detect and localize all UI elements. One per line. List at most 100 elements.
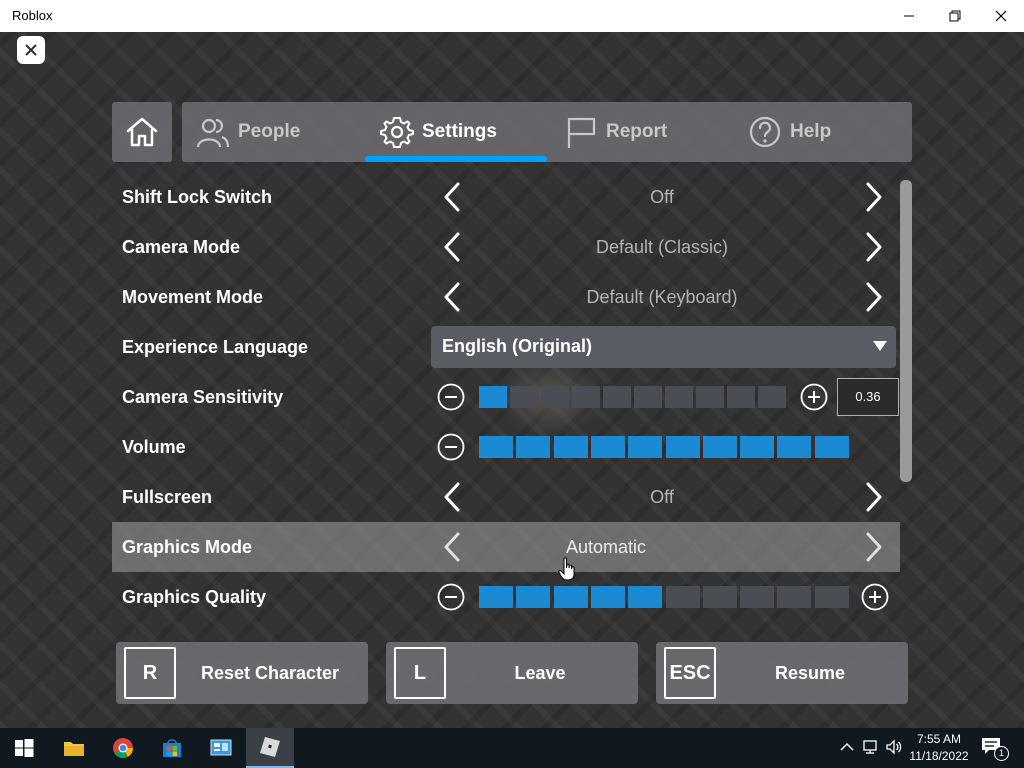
slider-segment[interactable] — [628, 436, 663, 458]
slider-segment[interactable] — [516, 586, 551, 608]
slider-segment[interactable] — [590, 436, 625, 458]
setting-label: Movement Mode — [122, 287, 264, 307]
menu-close-button[interactable] — [17, 36, 45, 64]
camera-sensitivity-input[interactable]: 0.36 — [837, 378, 899, 416]
shift-lock-prev-button[interactable] — [436, 181, 468, 213]
setting-row-graphics-mode[interactable]: Graphics Mode Automatic — [112, 522, 900, 572]
notification-count: 1 — [994, 746, 1009, 761]
tab-settings-label: Settings — [422, 121, 497, 142]
minimize-button[interactable] — [886, 0, 932, 32]
home-tab[interactable] — [112, 102, 172, 162]
camera-mode-prev-button[interactable] — [436, 231, 468, 263]
slider-segment[interactable] — [758, 386, 786, 408]
setting-value: Off — [650, 487, 674, 507]
taskbar-roblox[interactable] — [246, 728, 294, 768]
button-label: Resume — [774, 663, 846, 683]
fullscreen-prev-button[interactable] — [436, 481, 468, 513]
chrome-icon — [113, 738, 134, 759]
home-icon — [126, 117, 158, 147]
clock-time: 7:55 AM — [916, 732, 962, 746]
people-icon — [196, 118, 230, 148]
settings-scrollbar[interactable] — [900, 180, 912, 482]
window-close-button[interactable] — [978, 0, 1024, 32]
control-panel-icon — [210, 739, 232, 756]
camera-sensitivity-decrease-button[interactable] — [437, 383, 465, 411]
slider-segment[interactable] — [665, 436, 700, 458]
slider-segment[interactable] — [665, 586, 700, 608]
minus-circle-icon — [437, 433, 465, 461]
camera-sensitivity-increase-button[interactable] — [800, 383, 828, 411]
slider-segment[interactable] — [634, 386, 662, 408]
setting-row-volume: Volume — [112, 422, 900, 472]
restore-button[interactable] — [932, 0, 978, 32]
slider-segment[interactable] — [777, 436, 812, 458]
slider-segment[interactable] — [628, 586, 663, 608]
movement-mode-next-button[interactable] — [858, 281, 890, 313]
taskbar-store[interactable] — [148, 728, 196, 768]
slider-segment[interactable] — [479, 436, 513, 458]
graphics-quality-decrease-button[interactable] — [437, 583, 465, 611]
resume-button[interactable]: ESC Resume — [656, 642, 908, 704]
slider-segment[interactable] — [541, 386, 569, 408]
tab-help[interactable]: Help — [748, 102, 831, 162]
slider-segment[interactable] — [479, 386, 507, 408]
chevron-right-icon — [866, 282, 882, 312]
clock-date: 11/18/2022 — [909, 749, 969, 763]
slider-segment[interactable] — [553, 436, 588, 458]
slider-segment[interactable] — [510, 386, 538, 408]
slider-segment[interactable] — [590, 586, 625, 608]
chevron-left-icon — [444, 182, 460, 212]
shift-lock-next-button[interactable] — [858, 181, 890, 213]
slider-segment[interactable] — [814, 436, 849, 458]
slider-segment[interactable] — [727, 386, 755, 408]
slider-segment[interactable] — [777, 586, 812, 608]
taskbar-clock[interactable]: 7:55 AM 11/18/2022 — [904, 731, 974, 765]
setting-label: Volume — [122, 437, 186, 457]
tab-report[interactable]: Report — [564, 102, 667, 162]
graphics-quality-increase-button[interactable] — [861, 583, 889, 611]
folder-icon — [64, 742, 84, 756]
setting-label: Camera Sensitivity — [122, 387, 284, 407]
network-icon[interactable] — [862, 738, 880, 756]
setting-label: Graphics Quality — [122, 587, 267, 607]
button-label: Leave — [514, 663, 566, 683]
tab-settings[interactable]: Settings — [380, 102, 497, 162]
slider-segment[interactable] — [740, 586, 775, 608]
close-icon — [25, 44, 37, 56]
notification-center-button[interactable]: 1 — [980, 736, 1009, 761]
volume-decrease-button[interactable] — [437, 433, 465, 461]
leave-button[interactable]: L Leave — [386, 642, 638, 704]
slider-segment[interactable] — [516, 436, 551, 458]
keybind-badge: R — [124, 647, 176, 699]
windows-taskbar: 7:55 AM 11/18/2022 1 — [0, 728, 1024, 768]
windows-logo-icon — [15, 739, 34, 757]
slider-segment[interactable] — [553, 586, 588, 608]
chevron-up-icon[interactable] — [838, 738, 856, 756]
fullscreen-next-button[interactable] — [858, 481, 890, 513]
slider-segment[interactable] — [572, 386, 600, 408]
taskbar-chrome[interactable] — [99, 728, 147, 768]
store-icon — [163, 739, 181, 757]
roblox-icon — [260, 737, 280, 757]
movement-mode-prev-button[interactable] — [436, 281, 468, 313]
taskbar-file-explorer[interactable] — [50, 728, 98, 768]
tab-people[interactable]: People — [196, 102, 300, 162]
slider-segment[interactable] — [702, 436, 737, 458]
keybind-badge: L — [394, 647, 446, 699]
slider-segment[interactable] — [696, 386, 724, 408]
speaker-icon[interactable] — [885, 738, 903, 756]
start-button[interactable] — [0, 728, 48, 768]
taskbar-control-panel[interactable] — [197, 728, 245, 768]
slider-segment[interactable] — [479, 586, 513, 608]
slider-segment[interactable] — [665, 386, 693, 408]
slider-segment[interactable] — [603, 386, 631, 408]
slider-segment[interactable] — [702, 586, 737, 608]
setting-label: Fullscreen — [122, 487, 213, 507]
chevron-right-icon — [866, 232, 882, 262]
slider-segment[interactable] — [740, 436, 775, 458]
reset-character-button[interactable]: R Reset Character — [116, 642, 368, 704]
language-dropdown[interactable]: English (Original) — [431, 326, 896, 368]
camera-mode-next-button[interactable] — [858, 231, 890, 263]
slider-segment[interactable] — [814, 586, 849, 608]
graphics-mode-next-button[interactable] — [858, 531, 890, 563]
